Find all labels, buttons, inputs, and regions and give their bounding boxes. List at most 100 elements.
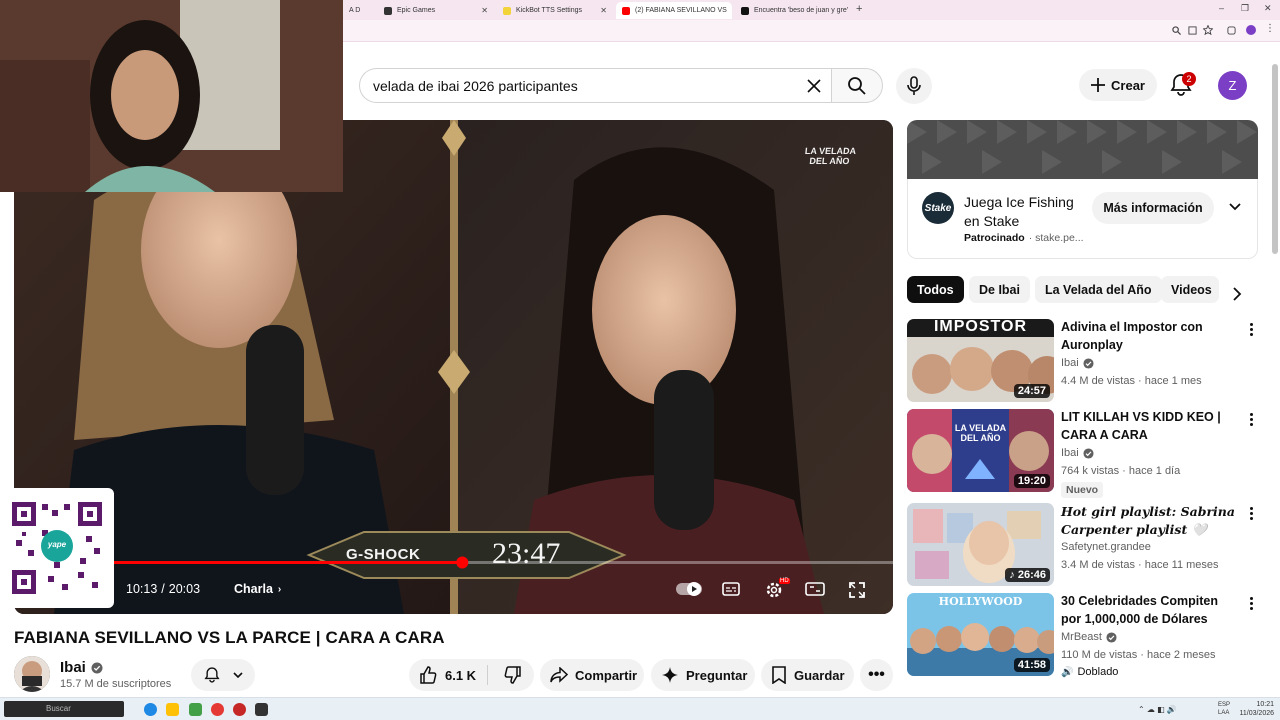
rec-meta: 3.4 M de vistas · hace 11 meses bbox=[1061, 559, 1219, 571]
tab-3[interactable]: (2) FABIANA SEVILLANO VS 🔊 ✕ bbox=[616, 2, 732, 19]
kickbot-icon bbox=[503, 6, 511, 15]
subscription-bell-button[interactable] bbox=[191, 659, 255, 691]
zoom-icon[interactable] bbox=[1172, 26, 1181, 35]
chevron-down-icon bbox=[233, 672, 243, 678]
dislike-button[interactable] bbox=[493, 659, 533, 691]
subtitles-icon[interactable] bbox=[722, 582, 740, 596]
video-title: FABIANA SEVILLANO VS LA PARCE | CARA A C… bbox=[14, 628, 445, 647]
app-icon[interactable] bbox=[233, 703, 246, 716]
chrome-icon[interactable] bbox=[211, 703, 224, 716]
more-vert-icon[interactable] bbox=[1246, 505, 1256, 523]
stake-logo: Stake bbox=[922, 192, 954, 224]
rec-channel[interactable]: Ibai bbox=[1061, 447, 1094, 459]
yape-logo-text: yape bbox=[47, 540, 67, 549]
chapter-button[interactable]: Charla › bbox=[234, 582, 281, 596]
autoplay-toggle[interactable] bbox=[676, 581, 702, 597]
video-duration: 19:20 bbox=[1013, 474, 1050, 488]
rec-channel[interactable]: Safetynet.grandee bbox=[1061, 541, 1151, 553]
youtube-icon bbox=[622, 6, 630, 15]
video-thumbnail[interactable]: IMPOSTOR 24:57 bbox=[907, 319, 1054, 402]
ad-sponsor-line: Patrocinado · stake.pe... bbox=[964, 232, 1084, 244]
fullscreen-icon[interactable] bbox=[849, 582, 865, 598]
more-vert-icon[interactable] bbox=[1246, 321, 1256, 339]
edge-icon[interactable] bbox=[144, 703, 157, 716]
share-icon bbox=[550, 667, 568, 683]
bookmark-star-icon[interactable] bbox=[1203, 25, 1213, 35]
file-explorer-icon[interactable] bbox=[166, 703, 179, 716]
chip-videos[interactable]: Videos bbox=[1161, 276, 1219, 303]
recommendation-item[interactable]: HOLLYWOOD 41:58 30 Celebridades Compiten… bbox=[907, 593, 1267, 678]
browser-menu-icon[interactable]: ⋮ bbox=[1265, 23, 1275, 34]
rec-channel[interactable]: MrBeast bbox=[1061, 631, 1117, 643]
close-tab-icon[interactable]: ✕ bbox=[600, 6, 607, 15]
minimize-button[interactable]: – bbox=[1219, 3, 1224, 13]
chip-de-ibai[interactable]: De Ibai bbox=[969, 276, 1030, 303]
store-icon[interactable] bbox=[189, 703, 202, 716]
video-thumbnail[interactable]: HOLLYWOOD 41:58 bbox=[907, 593, 1054, 676]
profile-icon[interactable] bbox=[1246, 25, 1256, 35]
rec-channel[interactable]: Ibai bbox=[1061, 357, 1094, 369]
video-frame bbox=[14, 120, 893, 614]
ad-card[interactable]: Stake Juega Ice Fishing en Stake Patroci… bbox=[907, 179, 1258, 259]
ad-banner-image[interactable] bbox=[907, 120, 1258, 179]
taskbar-search[interactable]: Buscar bbox=[46, 704, 71, 713]
more-vert-icon[interactable] bbox=[1246, 411, 1256, 429]
tab-1[interactable]: Epic Games ✕ bbox=[378, 2, 494, 19]
channel-avatar[interactable] bbox=[14, 656, 50, 692]
like-divider bbox=[487, 665, 488, 685]
tab-4[interactable]: Encuentra 'beso de juan y gre' ✕ bbox=[735, 2, 851, 19]
windows-taskbar: Buscar ⌃ ☁ ◧ 🔊 ESP LAA 10:21 11/03/2026 bbox=[0, 697, 1280, 720]
chips-next-chevron-icon[interactable] bbox=[1232, 287, 1242, 301]
like-button[interactable]: 6.1 K bbox=[409, 659, 487, 691]
chip-todos[interactable]: Todos bbox=[907, 276, 964, 303]
clock[interactable]: 10:21 11/03/2026 bbox=[1236, 700, 1274, 718]
ad-cta-button[interactable]: Más información bbox=[1092, 192, 1214, 224]
language-indicator[interactable]: ESP LAA bbox=[1218, 701, 1232, 717]
channel-name-link[interactable]: Ibai bbox=[60, 659, 103, 676]
ask-button[interactable]: Preguntar bbox=[651, 659, 755, 691]
obs-icon[interactable] bbox=[255, 703, 268, 716]
page-scrollbar[interactable] bbox=[1272, 64, 1278, 254]
thumbnail-text: LA VELADA DEL AÑO bbox=[954, 423, 1007, 443]
chip-la-velada[interactable]: La Velada del Año bbox=[1035, 276, 1162, 303]
theater-mode-icon[interactable] bbox=[805, 582, 825, 596]
video-thumbnail[interactable]: LA VELADA DEL AÑO 19:20 bbox=[907, 409, 1054, 492]
tray-icons[interactable]: ⌃ ☁ ◧ 🔊 bbox=[1138, 705, 1177, 714]
more-actions-button[interactable]: ••• bbox=[860, 659, 893, 691]
thumbs-down-icon bbox=[504, 666, 521, 684]
install-app-icon[interactable] bbox=[1188, 26, 1197, 35]
tab-0[interactable]: A D bbox=[343, 2, 375, 19]
rec-title[interactable]: Adivina el Impostor con Auronplay bbox=[1061, 319, 1241, 354]
search-button[interactable] bbox=[831, 68, 883, 103]
new-badge: Nuevo bbox=[1061, 482, 1104, 498]
maximize-button[interactable]: ❐ bbox=[1241, 3, 1249, 14]
rec-meta: 764 k vistas · hace 1 día bbox=[1061, 465, 1181, 477]
recommendation-item[interactable]: ♪ 26:46 Hot girl playlist: Sabrina Carpe… bbox=[907, 503, 1267, 587]
video-player[interactable]: LA VELADA DEL AÑO G-SHOCK 23:47 10:13 / … bbox=[14, 120, 893, 614]
share-button[interactable]: Compartir bbox=[540, 659, 644, 691]
rec-title[interactable]: Hot girl playlist: Sabrina Carpenter pla… bbox=[1061, 503, 1241, 538]
search-input[interactable]: velada de ibai 2026 participantes bbox=[359, 68, 831, 103]
tab-2[interactable]: KickBot TTS Settings ✕ bbox=[497, 2, 613, 19]
save-button[interactable]: Guardar bbox=[761, 659, 854, 691]
close-window-button[interactable]: ✕ bbox=[1264, 3, 1272, 14]
ad-expand-chevron-icon[interactable] bbox=[1229, 203, 1241, 211]
voice-search-button[interactable] bbox=[896, 68, 932, 104]
clear-search-icon[interactable] bbox=[807, 79, 821, 93]
rec-title[interactable]: 30 Celebridades Compiten por 1,000,000 d… bbox=[1061, 593, 1241, 628]
video-thumbnail[interactable]: ♪ 26:46 bbox=[907, 503, 1054, 586]
bell-icon bbox=[204, 667, 220, 683]
hd-badge: HD bbox=[779, 578, 790, 584]
thumbnail-text: IMPOSTOR bbox=[933, 319, 1028, 335]
new-tab-button[interactable]: + bbox=[856, 3, 862, 15]
recommendation-item[interactable]: IMPOSTOR 24:57 Adivina el Impostor con A… bbox=[907, 319, 1267, 403]
more-vert-icon[interactable] bbox=[1246, 595, 1256, 613]
bookmark-icon bbox=[772, 666, 786, 684]
create-button[interactable]: Crear bbox=[1079, 69, 1157, 101]
subscriber-count: 15.7 M de suscriptores bbox=[60, 678, 172, 690]
rec-title[interactable]: LIT KILLAH VS KIDD KEO | CARA A CARA bbox=[1061, 409, 1241, 444]
recommendation-item[interactable]: LA VELADA DEL AÑO 19:20 LIT KILLAH VS KI… bbox=[907, 409, 1267, 498]
user-avatar[interactable]: Z bbox=[1218, 71, 1247, 100]
extensions-icon[interactable] bbox=[1227, 26, 1236, 35]
close-tab-icon[interactable]: ✕ bbox=[481, 6, 488, 15]
